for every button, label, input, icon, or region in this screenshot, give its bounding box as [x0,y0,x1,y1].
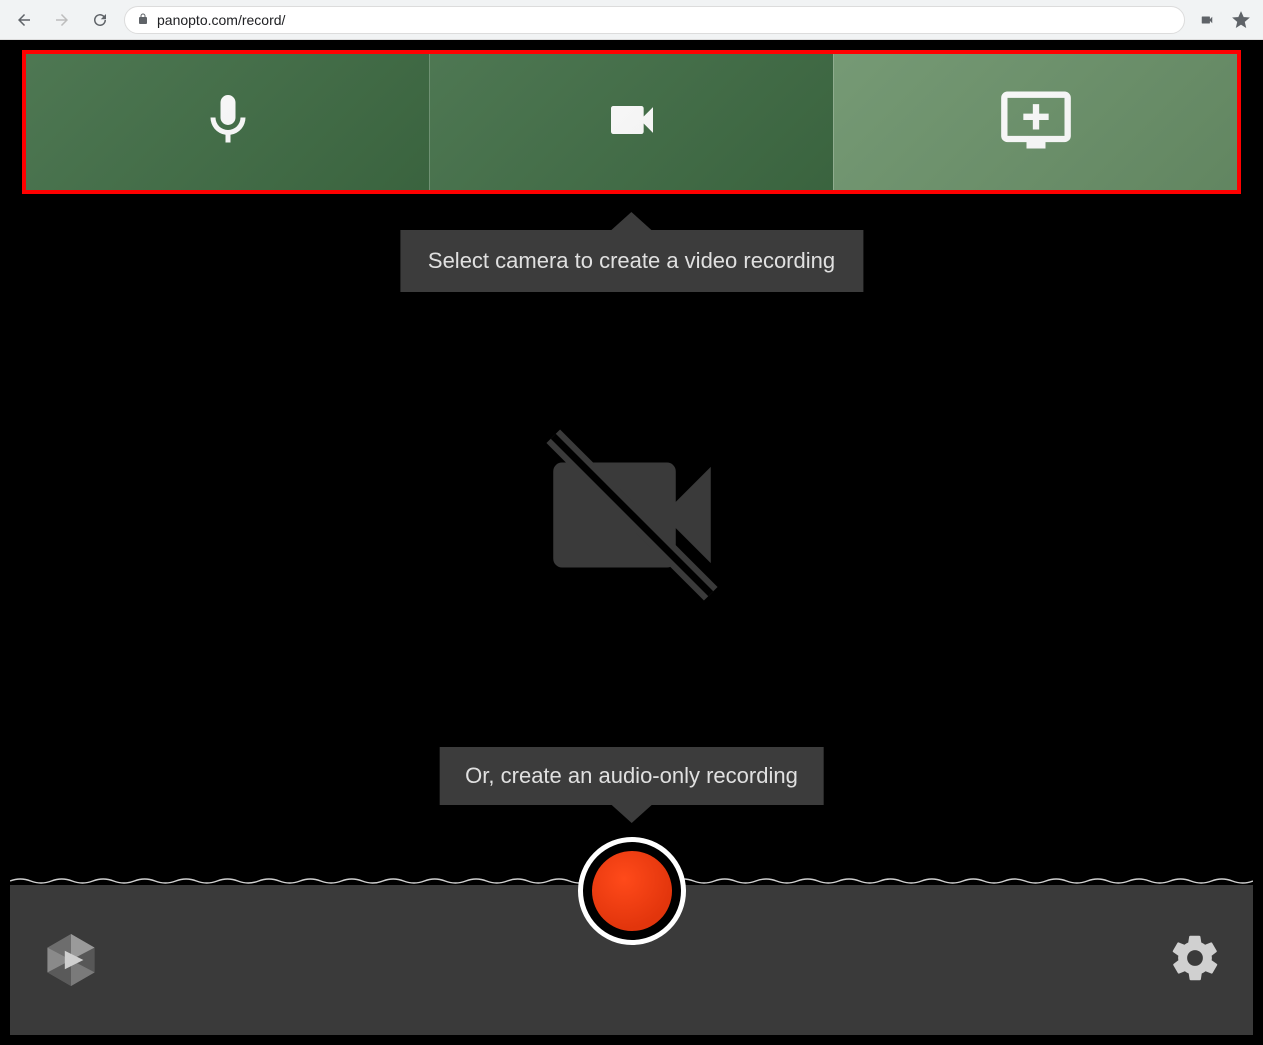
screen-source-tab[interactable] [833,54,1237,190]
extension-camera-icon[interactable] [1195,8,1219,32]
address-bar[interactable]: panopto.com/record/ [124,6,1185,34]
video-camera-icon [592,92,672,153]
lock-icon [137,12,149,28]
tooltip-text: Select camera to create a video recordin… [428,248,835,273]
microphone-icon [198,84,258,161]
source-tabs-highlight [22,50,1241,194]
forward-button[interactable] [48,6,76,34]
panopto-logo-icon[interactable] [40,929,102,991]
app-container: Select camera to create a video recordin… [0,40,1263,1045]
bookmark-star-icon[interactable] [1229,8,1253,32]
record-button[interactable] [578,837,686,945]
reload-button[interactable] [86,6,114,34]
select-camera-tooltip: Select camera to create a video recordin… [400,230,863,292]
audio-only-tooltip: Or, create an audio-only recording [439,747,824,805]
record-indicator-icon [592,851,672,931]
gear-icon [1168,931,1222,990]
add-screen-icon [986,82,1086,163]
url-text: panopto.com/record/ [157,12,285,28]
recording-surface: Select camera to create a video recordin… [10,50,1253,1035]
audio-source-tab[interactable] [26,54,429,190]
settings-button[interactable] [1167,932,1223,988]
tooltip-text: Or, create an audio-only recording [465,763,798,788]
video-source-tab[interactable] [429,54,833,190]
back-button[interactable] [10,6,38,34]
browser-chrome: panopto.com/record/ [0,0,1263,40]
no-camera-icon [527,410,737,625]
